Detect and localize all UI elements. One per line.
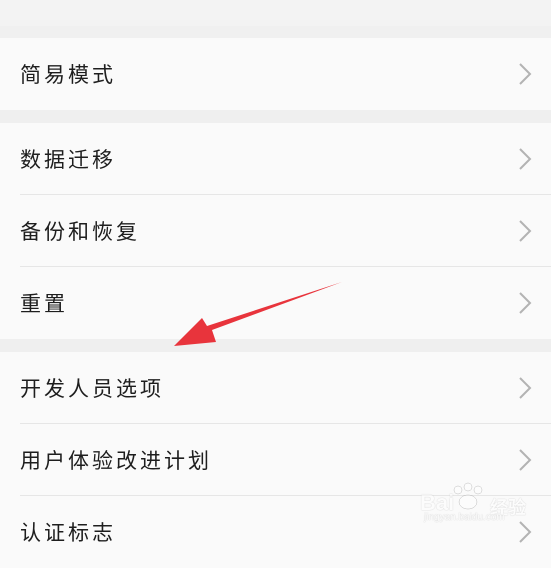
section-gap [0,339,551,352]
settings-group-3: 开发人员选项 用户体验改进计划 认证标志 [0,352,551,568]
watermark-url: jingyan.baidu.com [424,512,505,523]
settings-item-reset[interactable]: 重置 [0,267,551,339]
top-strip [0,0,551,26]
settings-item-backup-restore[interactable]: 备份和恢复 [0,195,551,267]
chevron-right-icon [519,449,532,471]
settings-group-1: 简易模式 [0,38,551,110]
settings-item-developer-options[interactable]: 开发人员选项 [0,352,551,424]
settings-item-label: 数据迁移 [20,148,116,172]
chevron-right-icon [519,148,532,170]
chevron-right-icon [519,377,532,399]
watermark-logo: Bai 经验 jingyan.baidu.com [420,482,550,524]
settings-group-2: 数据迁移 备份和恢复 重置 [0,123,551,339]
settings-item-label: 认证标志 [20,521,116,545]
settings-item-label: 重置 [20,292,68,316]
chevron-right-icon [519,292,532,314]
chevron-right-icon [519,220,532,242]
section-gap [0,110,551,123]
chevron-right-icon [519,63,532,85]
settings-item-simple-mode[interactable]: 简易模式 [0,38,551,110]
settings-item-label: 开发人员选项 [20,377,164,401]
settings-item-label: 简易模式 [20,63,116,87]
settings-item-data-migration[interactable]: 数据迁移 [0,123,551,195]
settings-item-label: 备份和恢复 [20,220,140,244]
settings-item-label: 用户体验改进计划 [20,449,212,473]
